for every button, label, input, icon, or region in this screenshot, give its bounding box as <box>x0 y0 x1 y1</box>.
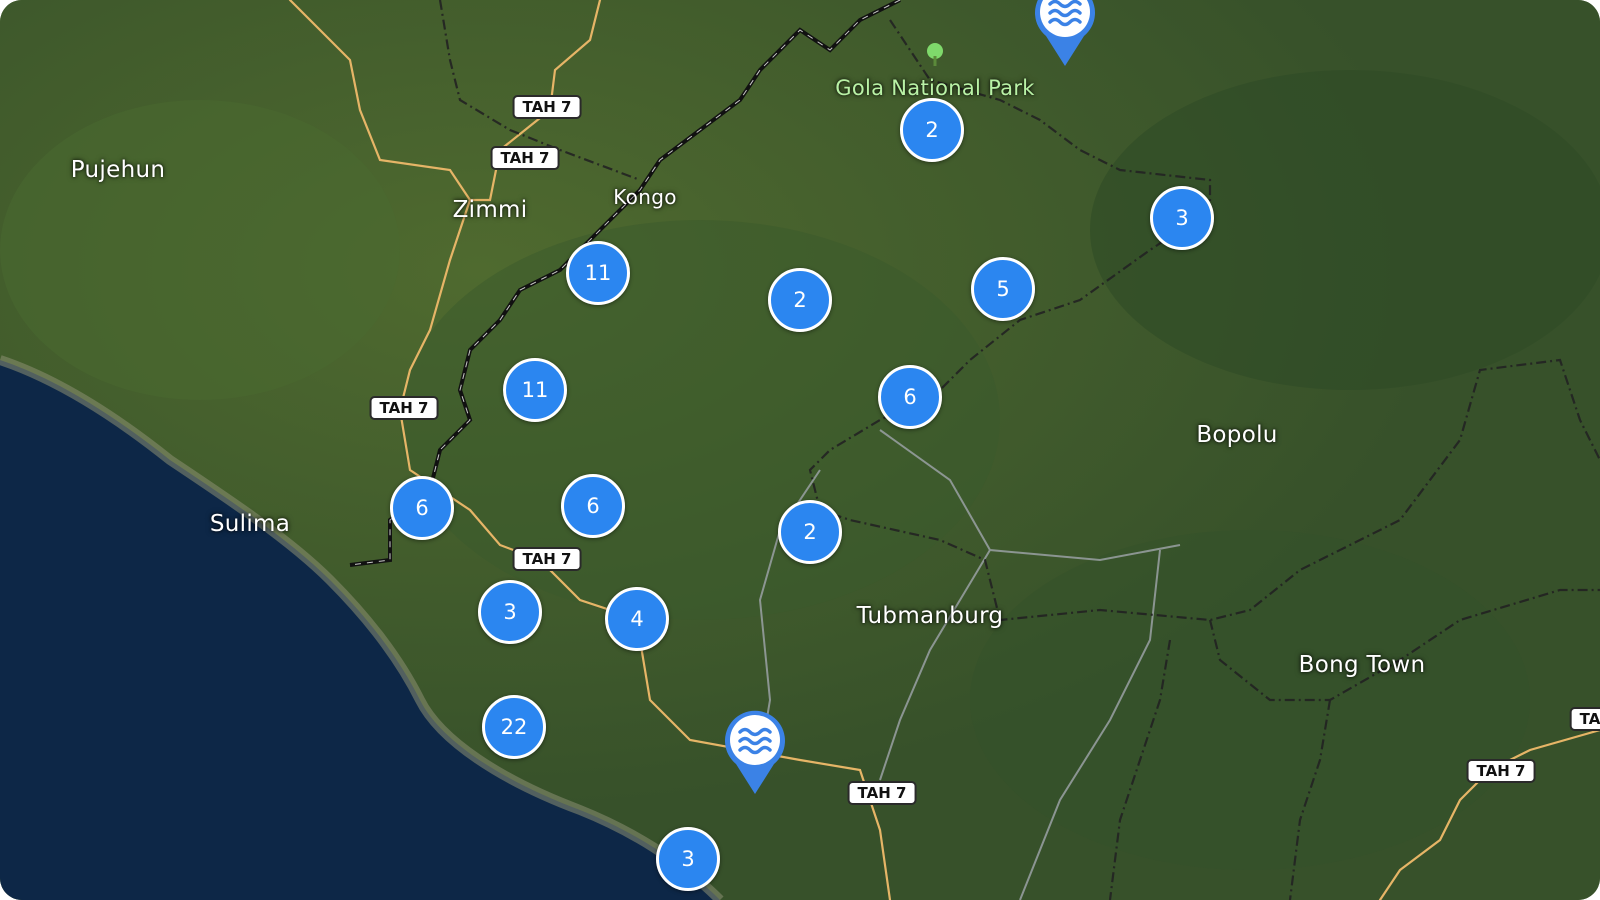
place-label-kongo: Kongo <box>613 185 677 209</box>
cluster-marker[interactable]: 6 <box>561 474 625 538</box>
cluster-marker[interactable]: 6 <box>390 476 454 540</box>
cluster-marker[interactable]: 5 <box>971 257 1035 321</box>
cluster-marker[interactable]: 11 <box>566 241 630 305</box>
road-shield-tah7: TAH 7 <box>369 396 439 420</box>
place-label-bopolu: Bopolu <box>1196 422 1278 448</box>
water-location-pin[interactable] <box>722 706 788 796</box>
road-shield-tah7: TAH 7 <box>1466 759 1536 783</box>
road-shield-tah7: TAH 7 <box>490 146 560 170</box>
place-label-gola-national-park: Gola National Park <box>835 76 1035 100</box>
water-location-pin[interactable] <box>1032 0 1098 68</box>
cluster-marker[interactable]: 2 <box>900 98 964 162</box>
cluster-marker[interactable]: 3 <box>1150 186 1214 250</box>
cluster-marker[interactable]: 3 <box>656 827 720 891</box>
map-basemap <box>0 0 1600 900</box>
place-label-sulima: Sulima <box>209 511 291 537</box>
road-shield-tah7: TAH 7 <box>512 547 582 571</box>
cluster-marker[interactable]: 22 <box>482 695 546 759</box>
cluster-marker[interactable]: 6 <box>878 365 942 429</box>
cluster-marker[interactable]: 3 <box>478 580 542 644</box>
cluster-marker[interactable]: 11 <box>503 358 567 422</box>
place-label-bong-town: Bong Town <box>1298 652 1426 678</box>
place-label-zimmi: Zimmi <box>452 197 528 223</box>
cluster-marker[interactable]: 2 <box>768 268 832 332</box>
cluster-marker[interactable]: 2 <box>778 500 842 564</box>
road-shield-tah7: TAH 7 <box>512 95 582 119</box>
road-shield-tah7: TA <box>1569 707 1600 731</box>
place-label-pujehun: Pujehun <box>70 157 166 183</box>
cluster-marker[interactable]: 4 <box>605 587 669 651</box>
road-shield-tah7: TAH 7 <box>847 781 917 805</box>
map-view[interactable]: Pujehun Zimmi Kongo Gola National Park S… <box>0 0 1600 900</box>
park-tree-icon <box>927 43 943 66</box>
place-label-tubmanburg: Tubmanburg <box>856 603 1004 629</box>
